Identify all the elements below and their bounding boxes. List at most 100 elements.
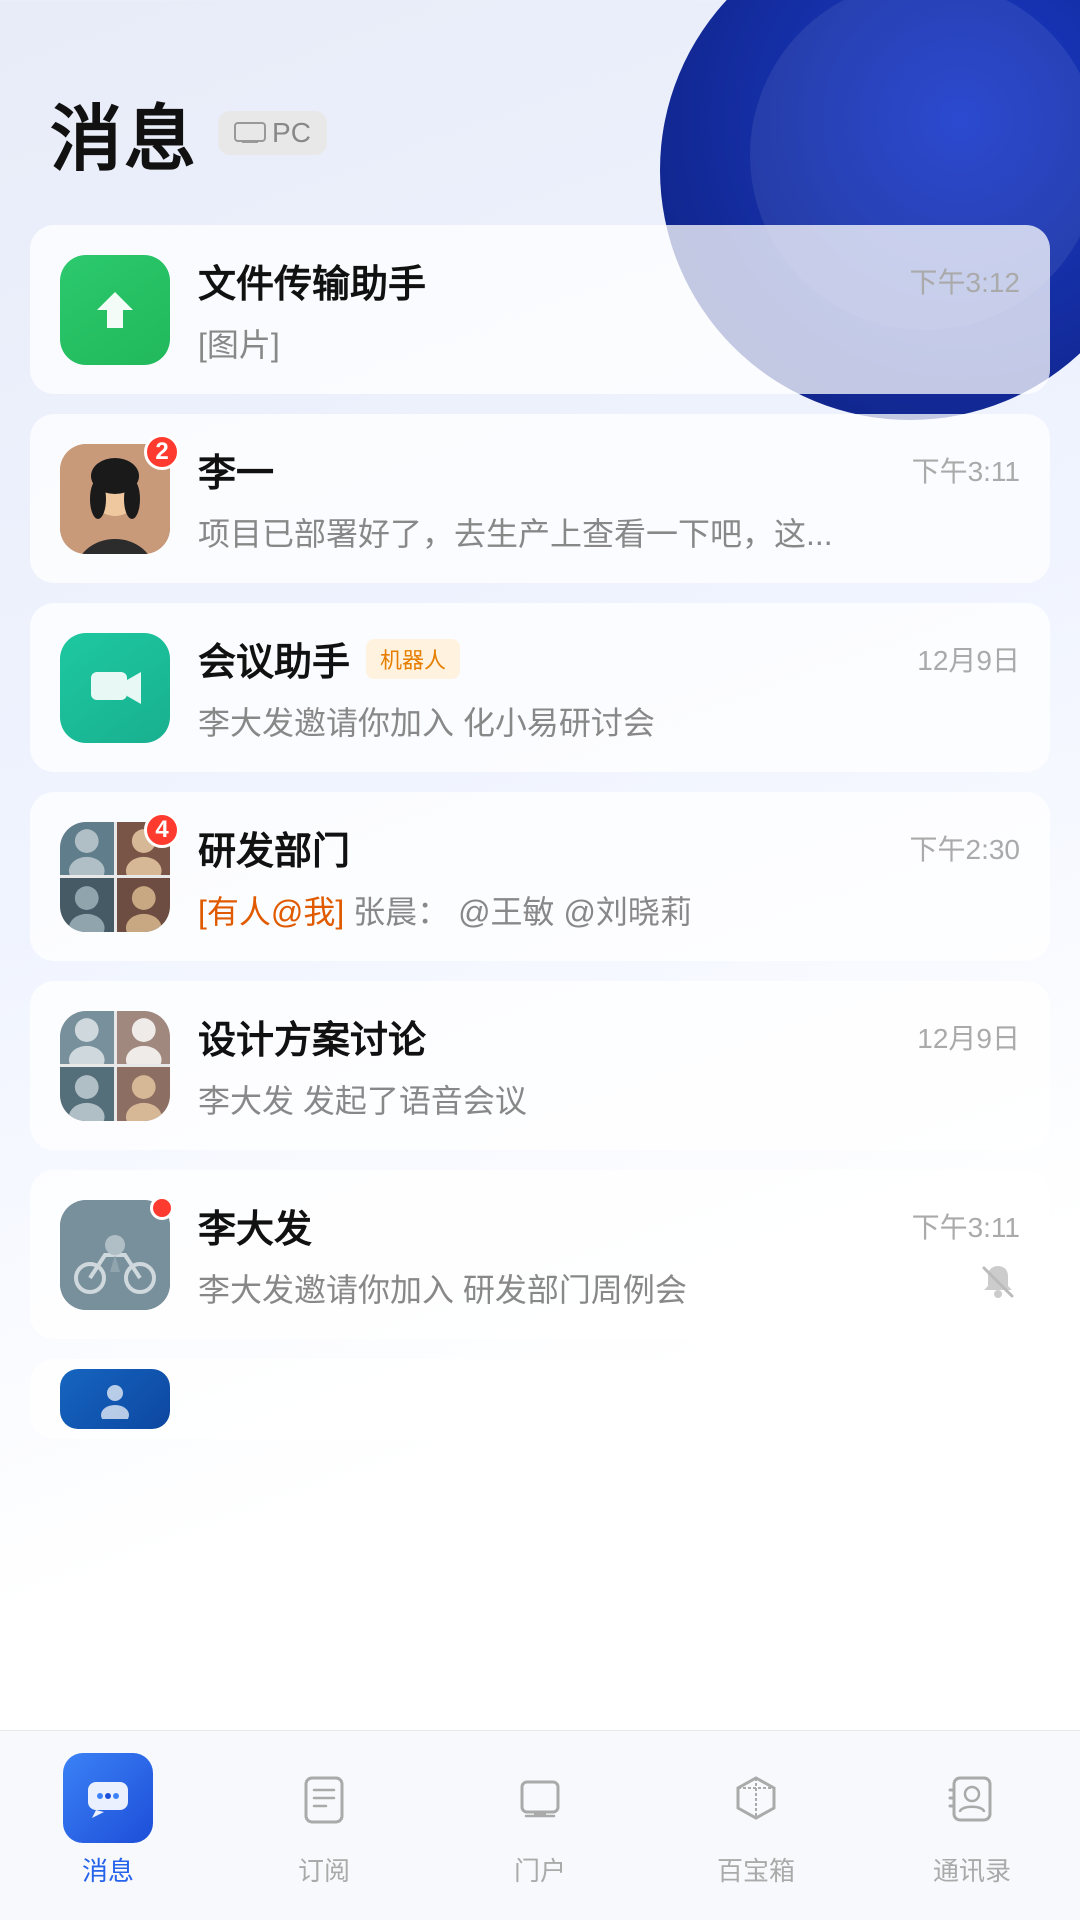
message-preview: 项目已部署好了，去生产上查看一下吧，这...: [198, 509, 878, 555]
message-header: 研发部门 下午2:30: [198, 820, 1020, 875]
message-time: 12月9日: [917, 639, 1020, 679]
robot-tag: 机器人: [366, 639, 460, 679]
at-me-tag: [有人@我]: [198, 894, 344, 930]
nav-item-portal[interactable]: 门户: [432, 1753, 648, 1888]
pc-badge-text: PC: [272, 117, 311, 149]
grid-cell-4: [117, 878, 171, 932]
partial-avatar-icon: [95, 1379, 135, 1419]
nav-item-toolbox[interactable]: 百宝箱: [648, 1753, 864, 1888]
contact-name: 设计方案讨论: [198, 1009, 426, 1064]
dot-badge: [150, 1196, 174, 1220]
message-time: 下午3:11: [912, 1206, 1020, 1246]
list-item[interactable]: 李大发 下午3:11 李大发邀请你加入 研发部门周例会: [30, 1170, 1050, 1339]
contact-name: 会议助手: [198, 631, 350, 686]
contact-name: 研发部门: [198, 820, 350, 875]
grid-cell-4: [117, 1067, 171, 1121]
name-row: 研发部门: [198, 820, 350, 875]
grid-cell-1: [60, 822, 114, 876]
message-header: 李大发 下午3:11: [198, 1198, 1020, 1253]
avatar-wrap: [60, 255, 170, 365]
avatar-wrap: 2: [60, 444, 170, 554]
grid-cell-3: [60, 878, 114, 932]
message-content: 会议助手 机器人 12月9日 李大发邀请你加入 化小易研讨会: [198, 631, 1020, 744]
person-icon-1: [60, 1011, 114, 1065]
bottom-nav: 消息 订阅 门户: [0, 1730, 1080, 1920]
name-row: 李大发: [198, 1198, 312, 1253]
list-item-partial[interactable]: [30, 1359, 1050, 1439]
nav-icon-contacts-wrap: [927, 1753, 1017, 1843]
nav-icon-messages-wrap: [63, 1753, 153, 1843]
nav-icon-subscribe-wrap: [279, 1753, 369, 1843]
name-row: 文件传输助手: [198, 253, 426, 308]
message-content: 文件传输助手 下午3:12 [图片]: [198, 253, 1020, 366]
message-preview: [图片]: [198, 320, 878, 366]
grid-cell-2: [117, 1011, 171, 1065]
name-row: 设计方案讨论: [198, 1009, 426, 1064]
message-header: 设计方案讨论 12月9日: [198, 1009, 1020, 1064]
message-preview: 李大发邀请你加入 化小易研讨会: [198, 698, 878, 744]
person-icon-4: [117, 1067, 171, 1121]
pc-badge: PC: [218, 111, 327, 155]
nav-item-messages[interactable]: 消息: [0, 1753, 216, 1888]
nav-item-contacts[interactable]: 通讯录: [864, 1753, 1080, 1888]
nav-label-toolbox: 百宝箱: [717, 1851, 795, 1888]
message-header: 会议助手 机器人 12月9日: [198, 631, 1020, 686]
preview-text: 张晨： @王敏 @刘晓莉: [353, 894, 692, 930]
portal-nav-icon: [514, 1772, 566, 1824]
person-icon-1: [60, 822, 114, 876]
avatar: [60, 1011, 170, 1121]
file-transfer-icon: [85, 280, 145, 340]
grid-cell-1: [60, 1011, 114, 1065]
list-item[interactable]: 设计方案讨论 12月9日 李大发 发起了语音会议: [30, 981, 1050, 1150]
nav-icon-toolbox-wrap: [711, 1753, 801, 1843]
nav-label-subscribe: 订阅: [298, 1851, 350, 1888]
page-title: 消息: [50, 80, 198, 185]
message-time: 下午2:30: [910, 828, 1021, 868]
message-header: 李一 下午3:11: [198, 442, 1020, 497]
message-preview: 李大发邀请你加入 研发部门周例会: [198, 1265, 878, 1311]
person-icon-4: [117, 878, 171, 932]
pc-icon: [234, 122, 266, 144]
list-item[interactable]: 文件传输助手 下午3:12 [图片]: [30, 225, 1050, 394]
message-time: 12月9日: [917, 1017, 1020, 1057]
contacts-nav-icon: [946, 1772, 998, 1824]
grid-cell-3: [60, 1067, 114, 1121]
meeting-icon-svg: [85, 658, 145, 718]
name-row: 李一: [198, 442, 274, 497]
person-icon-3: [60, 878, 114, 932]
list-item[interactable]: 2 李一 下午3:11 项目已部署好了，去生产上查看一下吧，这...: [30, 414, 1050, 583]
nav-item-subscribe[interactable]: 订阅: [216, 1753, 432, 1888]
avatar-wrap: [60, 1011, 170, 1121]
contact-name: 李一: [198, 442, 274, 497]
person-icon-2: [117, 1011, 171, 1065]
message-header: 文件传输助手 下午3:12: [198, 253, 1020, 308]
unread-badge: 2: [144, 434, 180, 470]
avatar-wrap: [60, 633, 170, 743]
message-preview: [有人@我] 张晨： @王敏 @刘晓莉: [198, 887, 878, 933]
list-item[interactable]: 4 研发部门 下午2:30 [有人@我] 张晨： @王敏 @刘晓莉: [30, 792, 1050, 961]
message-preview: 李大发 发起了语音会议: [198, 1076, 878, 1122]
list-item[interactable]: 会议助手 机器人 12月9日 李大发邀请你加入 化小易研讨会: [30, 603, 1050, 772]
avatar: [60, 633, 170, 743]
person-icon-3: [60, 1067, 114, 1121]
nav-label-portal: 门户: [514, 1851, 566, 1888]
mute-icon: [976, 1260, 1020, 1309]
message-time: 下午3:12: [910, 261, 1021, 301]
partial-avatar: [60, 1369, 170, 1429]
unread-badge: 4: [144, 812, 180, 848]
contact-name: 李大发: [198, 1198, 312, 1253]
nav-icon-portal-wrap: [495, 1753, 585, 1843]
message-list: 文件传输助手 下午3:12 [图片]: [0, 215, 1080, 1730]
message-content: 李大发 下午3:11 李大发邀请你加入 研发部门周例会: [198, 1198, 1020, 1311]
subscribe-nav-icon: [298, 1772, 350, 1824]
message-time: 下午3:11: [912, 450, 1020, 490]
avatar-wrap: 4: [60, 822, 170, 932]
bell-muted-icon: [976, 1260, 1020, 1304]
nav-label-messages: 消息: [82, 1851, 134, 1888]
contact-name: 文件传输助手: [198, 253, 426, 308]
messages-nav-icon: [84, 1774, 132, 1822]
nav-label-contacts: 通讯录: [933, 1851, 1011, 1888]
message-content: 设计方案讨论 12月9日 李大发 发起了语音会议: [198, 1009, 1020, 1122]
avatar: [60, 255, 170, 365]
message-content: 李一 下午3:11 项目已部署好了，去生产上查看一下吧，这...: [198, 442, 1020, 555]
